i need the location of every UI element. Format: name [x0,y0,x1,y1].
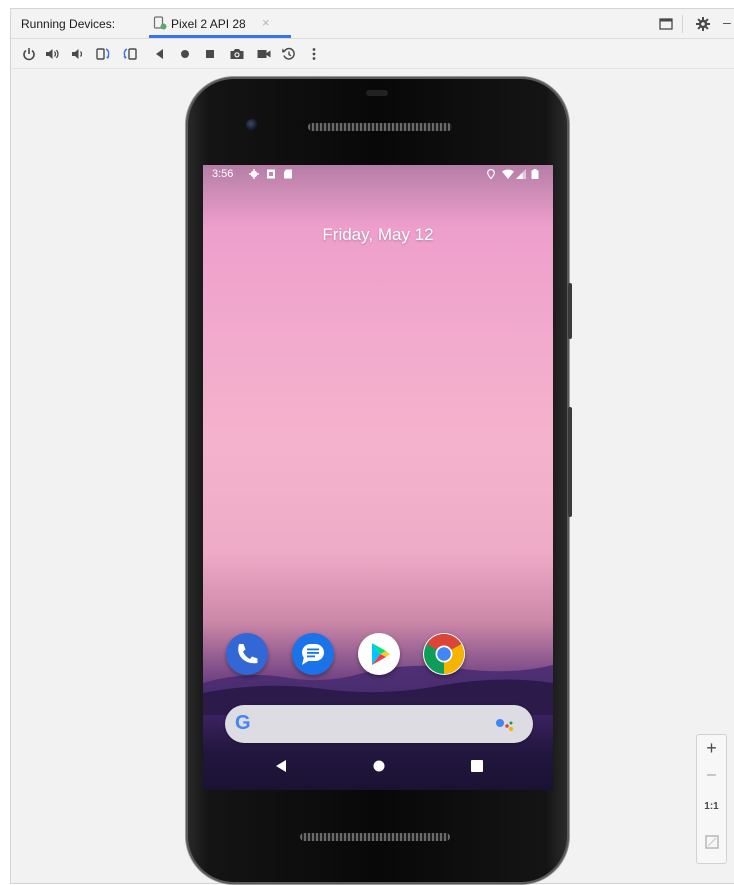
tab-bar: Running Devices: Pixel 2 API 28 × – [11,9,734,39]
fit-screen-icon[interactable] [705,835,719,849]
close-tab-button[interactable]: × [262,15,270,30]
camera-icon[interactable] [229,46,245,62]
volume-up-icon[interactable] [44,46,60,62]
rotate-right-icon[interactable] [122,46,138,62]
window-restore-icon[interactable] [657,15,675,33]
proximity-sensor [366,90,388,96]
top-speaker [308,123,452,131]
navigation-bar [203,745,553,790]
phone-handset-icon [238,644,258,664]
running-devices-window: Running Devices: Pixel 2 API 28 × – 3:56… [10,8,734,884]
tab-label: Pixel 2 API 28 [171,17,246,31]
location-icon [487,169,495,179]
header-separator [682,15,683,33]
panel-title: Running Devices: [21,17,116,31]
overview-icon[interactable] [202,46,218,62]
snapshot-restore-icon[interactable] [281,46,297,62]
back-nav-icon[interactable] [273,758,289,774]
settings-icon [249,169,259,179]
chrome-logo-icon [424,634,464,674]
bottom-speaker [300,833,450,841]
lock-date[interactable]: Friday, May 12 [203,225,553,245]
recents-nav-icon[interactable] [469,758,485,774]
actual-size-button[interactable]: 1:1 [697,801,726,827]
phone-device-icon [153,16,167,30]
power-icon[interactable] [21,46,37,62]
play-triangle-icon [372,643,390,665]
home-icon[interactable] [177,46,193,62]
rotate-left-icon[interactable] [95,46,111,62]
device-toolbar [11,39,734,69]
side-button-volume [568,407,572,517]
minimize-icon[interactable]: – [723,14,731,30]
back-icon[interactable] [152,46,168,62]
phone-app-icon[interactable] [226,633,268,675]
play-store-app-icon[interactable] [358,633,400,675]
messages-app-icon[interactable] [292,633,334,675]
video-icon[interactable] [256,46,272,62]
chrome-app-icon[interactable] [423,633,465,675]
sim-icon [267,169,275,179]
front-camera [246,119,258,131]
wifi-icon [502,169,514,179]
battery-icon [531,169,539,179]
device-display-area: 3:56 Friday, May 12 G + – 1:1 [11,69,734,885]
message-bubble-icon [302,644,324,665]
google-search-bar[interactable]: G [225,705,533,743]
google-logo: G [235,712,251,734]
sd-card-icon [284,169,292,179]
home-nav-icon[interactable] [371,758,387,774]
volume-down-icon[interactable] [69,46,85,62]
gear-icon[interactable] [694,15,712,33]
zoom-controls: + – 1:1 [696,734,727,864]
tab-pixel-2-api-28[interactable]: Pixel 2 API 28 × [149,9,291,38]
status-time: 3:56 [212,168,234,180]
zoom-in-button[interactable]: + [697,738,726,764]
device-screen[interactable]: 3:56 Friday, May 12 G [203,165,553,790]
more-icon[interactable] [306,46,322,62]
signal-icon [516,169,526,179]
side-button-power [568,283,572,339]
assistant-icon[interactable] [495,716,517,732]
phone-frame: 3:56 Friday, May 12 G [186,77,572,884]
zoom-out-button[interactable]: – [697,766,726,792]
